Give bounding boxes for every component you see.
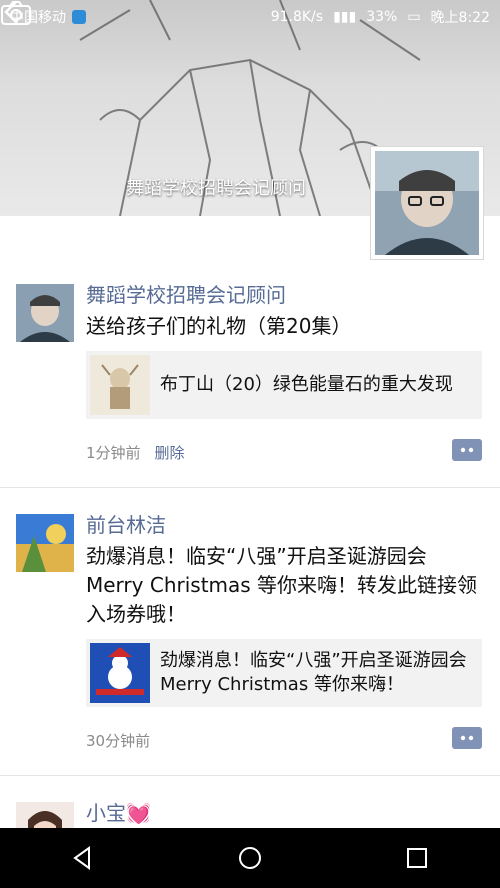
shared-link-card[interactable]: 布丁山（20）绿色能量石的重大发现	[86, 351, 482, 419]
post-text: 送给孩子们的礼物（第20集）	[86, 314, 352, 338]
avatar[interactable]	[16, 514, 74, 572]
moment-post: 舞蹈学校招聘会记顾问 送给孩子们的礼物（第20集） 布丁山（20）绿色能量石的重…	[0, 280, 500, 467]
network-speed: 91.8K/s	[270, 9, 324, 25]
post-time: 30分钟前	[86, 731, 151, 750]
post-author-name[interactable]: 小宝💓	[86, 798, 482, 828]
link-thumbnail	[90, 355, 150, 415]
system-nav-bar	[0, 828, 500, 888]
moment-post: 小宝💓	[0, 798, 500, 860]
moment-post: 前台林洁 劲爆消息！临安“八强”开启圣诞游园会Merry Christmas 等…	[0, 510, 500, 755]
delete-link[interactable]: 删除	[155, 442, 185, 463]
link-title: 布丁山（20）绿色能量石的重大发现	[160, 374, 453, 395]
owner-avatar[interactable]	[370, 146, 484, 260]
moments-screen: 中国移动 91.8K/s ▮▮▮ 33% ▭ 晚上8:22 舞蹈学校招聘会记顾问	[0, 0, 500, 888]
triangle-back-icon[interactable]	[69, 844, 97, 872]
camera-icon[interactable]	[0, 0, 32, 26]
post-text: 劲爆消息！临安“八强”开启圣诞游园会Merry Christmas 等你来嗨！转…	[86, 544, 478, 626]
post-time: 1分钟前	[86, 443, 141, 462]
link-title: 劲爆消息！临安“八强”开启圣诞游园会Merry Christmas 等你来嗨！	[160, 650, 467, 695]
comment-more-icon[interactable]	[452, 727, 482, 749]
post-meta: 30分钟前	[86, 725, 482, 755]
battery-icon: ▭	[407, 9, 421, 25]
comment-more-icon[interactable]	[452, 439, 482, 461]
hd-icon	[72, 10, 86, 24]
avatar[interactable]	[16, 284, 74, 342]
shared-link-card[interactable]: 劲爆消息！临安“八强”开启圣诞游园会Merry Christmas 等你来嗨！	[86, 639, 482, 707]
post-divider	[0, 775, 500, 776]
cover-owner-name: 舞蹈学校招聘会记顾问	[126, 178, 306, 199]
moments-feed: 舞蹈学校招聘会记顾问 送给孩子们的礼物（第20集） 布丁山（20）绿色能量石的重…	[0, 280, 500, 860]
post-author-name[interactable]: 前台林洁	[86, 510, 482, 540]
signal-icon: ▮▮▮	[333, 9, 357, 25]
post-author-name[interactable]: 舞蹈学校招聘会记顾问	[86, 280, 482, 310]
battery-level: 33%	[366, 9, 398, 25]
post-meta: 1分钟前 删除	[86, 437, 482, 467]
link-thumbnail	[90, 643, 150, 703]
clock: 晚上8:22	[430, 10, 490, 26]
avatar-photo	[375, 151, 479, 255]
circle-home-icon[interactable]	[236, 844, 264, 872]
square-recent-icon[interactable]	[403, 844, 431, 872]
post-divider	[0, 487, 500, 488]
status-bar: 中国移动 91.8K/s ▮▮▮ 33% ▭ 晚上8:22	[0, 0, 500, 34]
